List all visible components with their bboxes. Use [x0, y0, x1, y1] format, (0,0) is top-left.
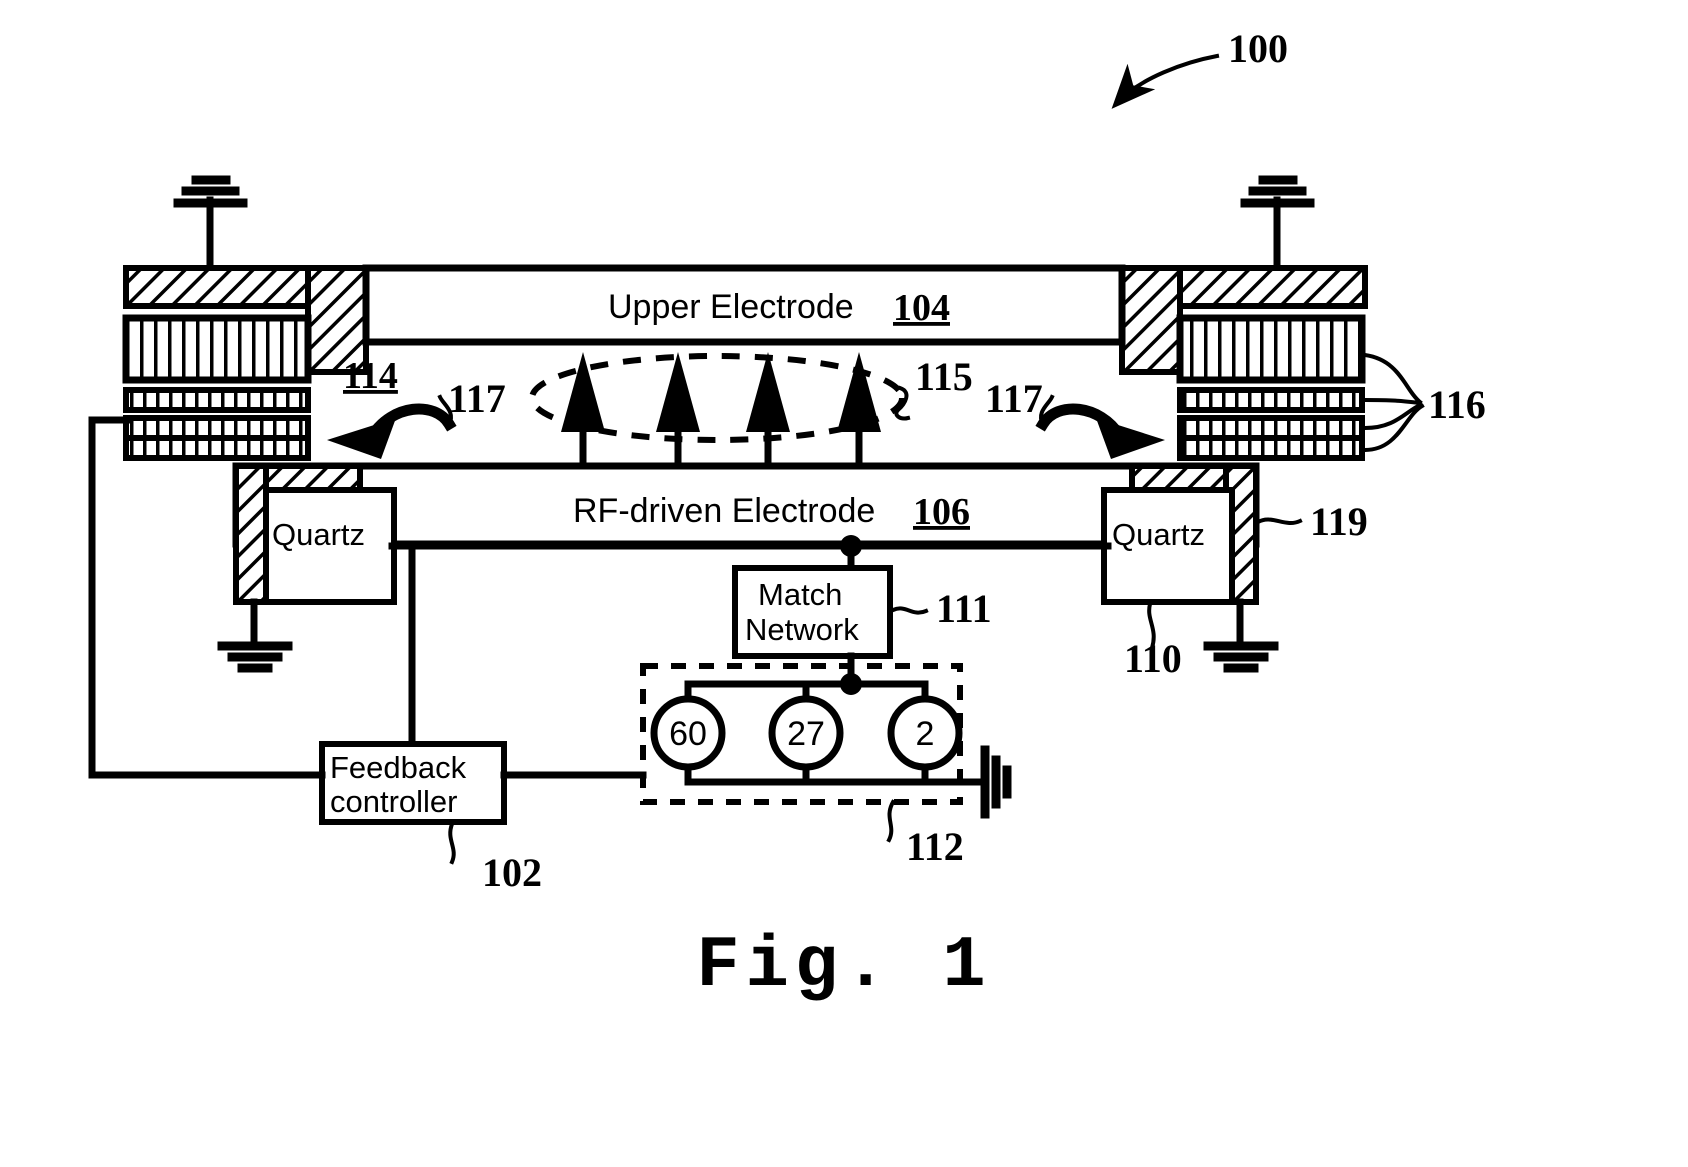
- right-coil-block: [1176, 314, 1366, 384]
- quartz-right-label: Quartz: [1112, 517, 1205, 552]
- quartz-left-label: Quartz: [272, 517, 365, 552]
- feedback-controller-label-line1: Feedback: [330, 750, 467, 785]
- quartz-left-frame-side: [233, 463, 269, 605]
- generator-60: 60: [650, 695, 726, 771]
- match-network-label-line1: Match: [758, 577, 842, 612]
- feedback-controller-ref-label: 102: [482, 850, 542, 895]
- arrow-left-ref-label: 117: [448, 376, 506, 421]
- plasma-ref-label: 115: [915, 354, 973, 399]
- rf-electrode-label: RF-driven Electrode: [573, 492, 875, 530]
- system-ref-label: 100: [1228, 26, 1288, 71]
- generator-bank-ref-label: 112: [906, 824, 964, 869]
- coil-stack-ref-label: 116: [1428, 382, 1486, 427]
- generator-27: 27: [768, 695, 844, 771]
- generator-60-label: 60: [669, 715, 707, 753]
- match-network-ref-label: 111: [936, 586, 992, 631]
- upper-electrode-ref: 104: [893, 287, 950, 329]
- right-coil-strip-1: [1177, 387, 1365, 413]
- feedback-controller-label-line2: controller: [330, 784, 458, 819]
- arrow-right-ref-label: 117: [985, 376, 1043, 421]
- match-network-label-line2: Network: [745, 612, 859, 647]
- figure-canvas: 100 116 Upper Electrode 104 114 115 117 …: [0, 0, 1688, 1167]
- rf-electrode-ref: 106: [913, 491, 970, 533]
- right-wall-column: [1119, 265, 1183, 375]
- figure-caption: Fig. 1: [696, 925, 991, 1007]
- right-wall-top-slab: [1177, 265, 1368, 309]
- upper-electrode: Upper Electrode 104: [362, 264, 1126, 346]
- left-coil-block: [122, 314, 312, 384]
- left-coil-strip-3: [123, 435, 311, 461]
- right-coil-strip-3: [1177, 435, 1365, 461]
- generator-27-label: 27: [787, 715, 825, 753]
- gap-ref-label: 114: [343, 355, 398, 397]
- patent-figure: 100 116 Upper Electrode 104 114 115 117 …: [0, 0, 1688, 1167]
- generator-2: 2: [887, 695, 963, 771]
- generator-2-label: 2: [916, 715, 935, 753]
- upper-electrode-label: Upper Electrode: [608, 288, 854, 326]
- seal-ref-label: 119: [1310, 499, 1368, 544]
- left-coil-strip-1: [123, 387, 311, 413]
- quartz-right-ref-label: 110: [1124, 636, 1182, 681]
